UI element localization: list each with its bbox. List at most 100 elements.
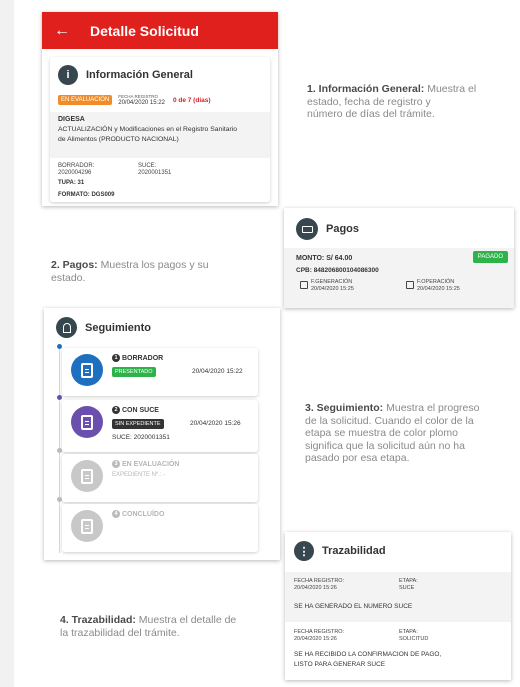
description-1-line-1: Muestra el [424, 83, 477, 95]
trace-entry: FECHA REGISTRO: 20/04/2020 15:26 ETAPA: … [285, 572, 511, 622]
description-1-title: 1. Información General: [307, 83, 425, 95]
app-title: Detalle Solicitud [90, 22, 199, 39]
procedure-line-1: ACTUALIZACIÓN y Modificaciones en el Reg… [58, 126, 238, 133]
step-name: BORRADOR [122, 355, 164, 362]
money-icon [296, 218, 318, 240]
step-expediente: EXPEDIENTE Nº.: - [112, 472, 166, 478]
description-1-line-3: número de días del trámite. [307, 108, 435, 120]
description-3-title: 3. Seguimiento: [305, 402, 384, 414]
calendar-icon [406, 281, 414, 289]
fecha-label: FECHA REGISTRO [118, 94, 158, 99]
formato-value: FORMATO: DGS009 [58, 192, 115, 198]
generacion-value: 20/04/2020 15:25 [311, 285, 354, 292]
trace-entry: FECHA REGISTRO: 20/04/2020 15:26 ETAPA: … [285, 624, 511, 680]
trace-message-line-1: SE HA RECIBIDO LA CONFIRMACION DE PAGO, [294, 651, 442, 658]
status-badge: EN EVALUACIÓN [58, 95, 113, 105]
description-3-line-1: Muestra el progreso [383, 402, 480, 414]
cpb-value: CPB: 848206800104086300 [296, 267, 379, 274]
seguimiento-title: Seguimiento [85, 321, 152, 334]
description-3: 3. Seguimiento: Muestra el progreso de l… [305, 402, 515, 465]
timeline-dot [57, 344, 62, 349]
step-name: CON SUCE [122, 407, 159, 414]
screenshot-trazabilidad: ⋮ Trazabilidad FECHA REGISTRO: 20/04/202… [285, 532, 511, 680]
fecha-registro-value: 20/04/2020 15:26 [294, 584, 337, 591]
description-3-line-2: de la solicitud. Cuando el color de la [305, 414, 474, 427]
document-export-icon [71, 406, 103, 438]
step-date: 20/04/2020 15:22 [192, 368, 243, 375]
step-suce: SUCE: 2020001351 [112, 434, 170, 441]
generacion-label: F.GENERACIÓN [311, 279, 353, 285]
description-1-line-2: estado, fecha de registro y [307, 95, 431, 108]
description-4-line-2: la trazabilidad del trámite. [60, 626, 180, 639]
borrador-label: BORRADOR: [58, 163, 95, 169]
calendar-icon [300, 281, 308, 289]
procedure-line-2: de Alimentos (PRODUCTO NACIONAL) [58, 136, 179, 143]
fecha-registro-label: FECHA REGISTRO: [294, 629, 345, 635]
app-bar: ← Detalle Solicitud [42, 12, 278, 49]
trace-message: SE HA GENERADO EL NUMERO SUCE [294, 603, 413, 610]
description-2-line-1: Muestra los pagos y su [97, 259, 209, 271]
step-name: EN EVALUACIÓN [122, 461, 180, 468]
seguimiento-header: Seguimiento [44, 308, 280, 338]
description-3-line-4: significa que la solicitud aún no ha [305, 439, 465, 452]
back-arrow-icon[interactable]: ← [54, 22, 70, 40]
description-2: 2. Pagos: Muestra los pagos y su estado. [51, 259, 261, 284]
document-check-icon [71, 510, 103, 542]
etapa-value: SOLICITUD [399, 635, 429, 642]
section-title: Información General [86, 69, 193, 81]
step-number-icon: 1 [112, 354, 120, 362]
pagado-badge: PAGADO [472, 251, 508, 263]
step-en-evaluacion[interactable]: 3 EN EVALUACIÓN EXPEDIENTE Nº.: - [62, 454, 258, 502]
presentado-badge: PRESENTADO [112, 367, 156, 377]
fecha-registro-value: 20/04/2020 15:26 [294, 635, 337, 642]
borrador-value: 2020004296 [58, 170, 92, 176]
info-card: i Información General EN EVALUACIÓN FECH… [50, 57, 270, 202]
step-con-suce[interactable]: 2 CON SUCE SIN EXPEDIENTE 20/04/2020 15:2… [62, 400, 258, 452]
operacion-value: 20/04/2020 15:25 [417, 285, 460, 292]
sin-expediente-badge: SIN EXPEDIENTE [112, 419, 164, 429]
description-4-line-1: Muestra el detalle de [135, 614, 237, 626]
document-icon [71, 354, 103, 386]
fecha-registro-label: FECHA REGISTRO: [294, 578, 345, 584]
screenshot-seguimiento: Seguimiento 1 BORRADOR PRESENTADO 20/04/2… [44, 308, 280, 560]
description-4-title: 4. Trazabilidad: [60, 614, 136, 626]
step-number-icon: 4 [112, 510, 120, 518]
fecha-value: 20/04/2020 15:22 [118, 100, 165, 106]
document-search-icon [71, 460, 103, 492]
timeline-icon [56, 317, 77, 338]
suce-value: 2020001351 [138, 170, 172, 176]
trace-message: SE HA RECIBIDO LA CONFIRMACION DE PAGO, … [294, 650, 441, 670]
more-vertical-icon: ⋮ [294, 541, 314, 561]
description-2-line-2: estado. [51, 271, 86, 284]
screenshot-informacion-general: ← Detalle Solicitud i Información Genera… [42, 12, 278, 206]
days-counter: 0 de 7 (días) [172, 96, 211, 104]
left-margin-strip [0, 0, 14, 687]
screenshot-pagos: Pagos MONTO: S/ 64.00 PAGADO CPB: 848206… [284, 208, 514, 308]
step-concluido[interactable]: 4 CONCLUÍDO [62, 504, 258, 552]
trazabilidad-title: Trazabilidad [322, 545, 386, 557]
description-1: 1. Información General: Muestra el estad… [307, 83, 507, 121]
suce-label: SUCE: [138, 163, 157, 169]
step-number-icon: 3 [112, 460, 120, 468]
operacion-label: F.OPERACIÓN [417, 279, 455, 285]
description-2-title: 2. Pagos: [51, 259, 98, 271]
step-name: CONCLUÍDO [122, 511, 165, 518]
etapa-value: SUCE [399, 584, 415, 591]
info-icon: i [58, 65, 78, 85]
entity-name: DIGESA [58, 116, 85, 123]
step-number-icon: 2 [112, 406, 120, 414]
step-date: 20/04/2020 15:26 [190, 420, 241, 427]
pagos-header: Pagos [284, 208, 514, 240]
etapa-label: ETAPA: [399, 578, 418, 584]
description-4: 4. Trazabilidad: Muestra el detalle de l… [60, 614, 275, 639]
info-card-header: i Información General [50, 57, 270, 85]
description-3-line-5: pasado por esa etapa. [305, 452, 410, 464]
pagos-title: Pagos [326, 223, 360, 235]
trazabilidad-header: ⋮ Trazabilidad [285, 532, 511, 561]
tupa-value: TUPA: 31 [58, 180, 85, 186]
timeline-dot [57, 395, 62, 400]
description-3-line-3: etapa se muestra de color plomo [305, 427, 458, 439]
step-borrador[interactable]: 1 BORRADOR PRESENTADO 20/04/2020 15:22 [62, 348, 258, 396]
trace-message-line-2: LISTO PARA GENERAR SUCE [294, 661, 386, 668]
monto-value: MONTO: S/ 64.00 [296, 255, 353, 262]
